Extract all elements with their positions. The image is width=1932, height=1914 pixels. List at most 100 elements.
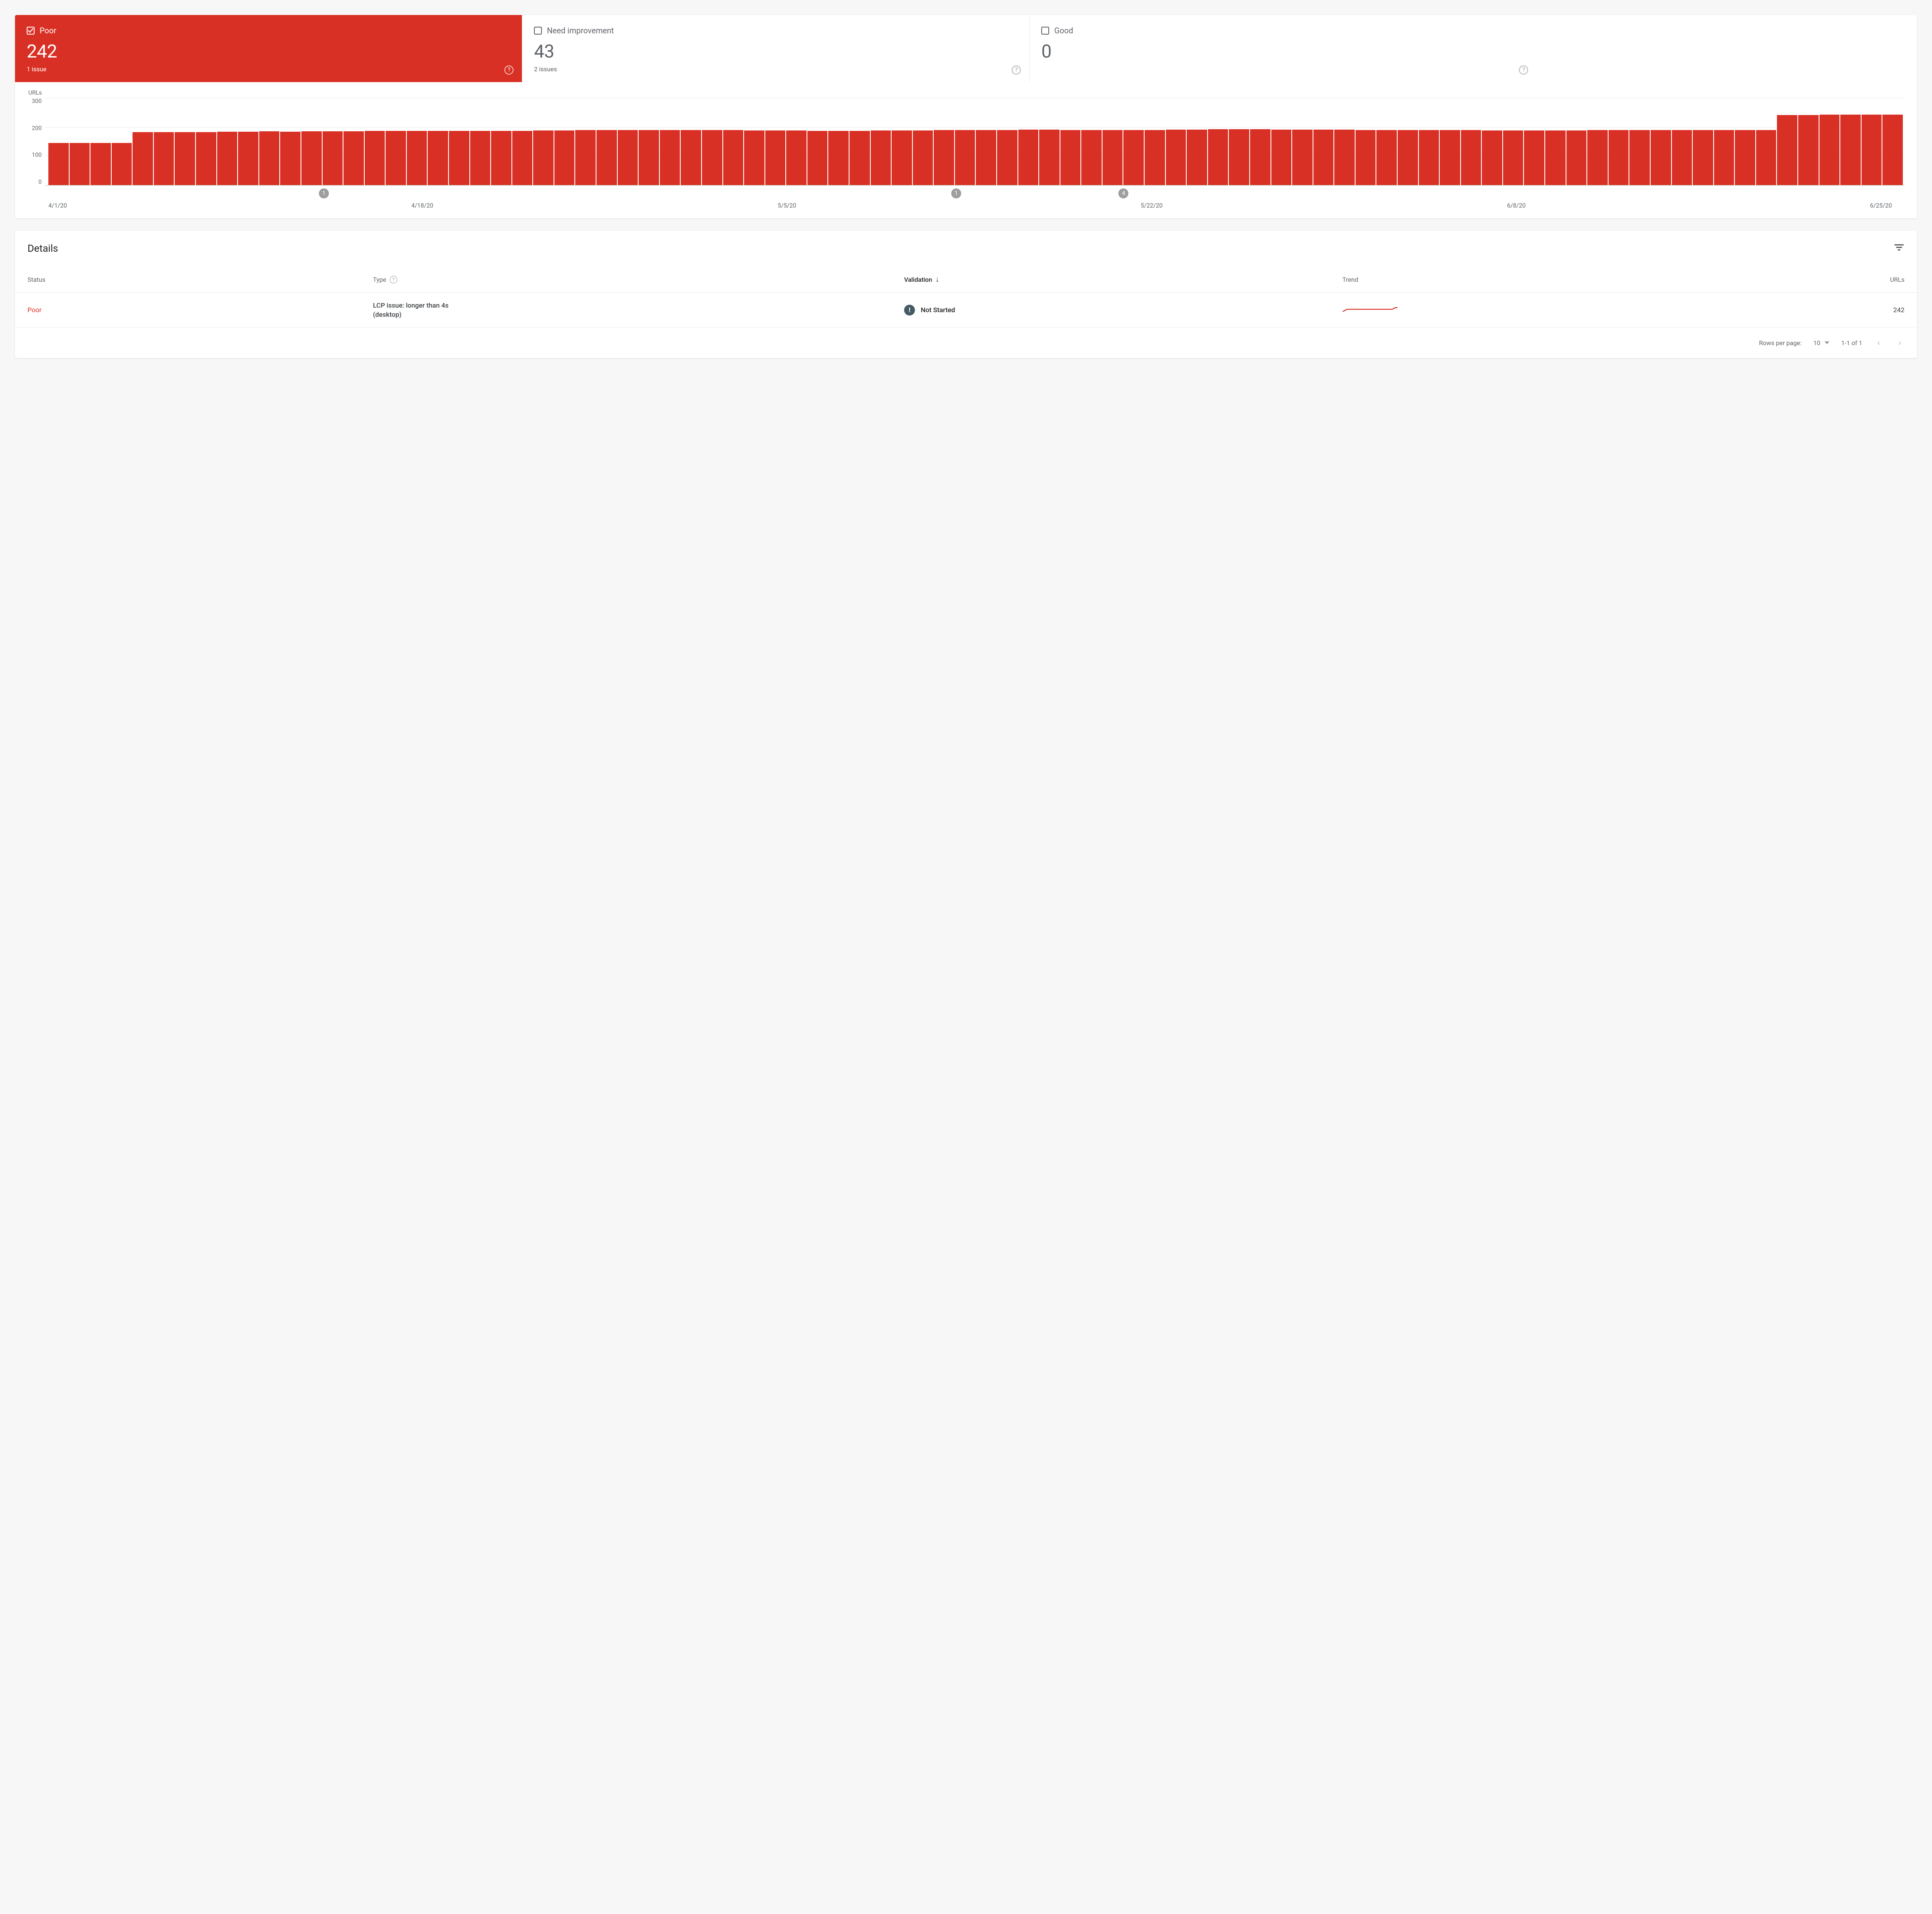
chart-bar [365, 131, 385, 185]
checkbox-icon [1041, 27, 1049, 35]
chart-bar [1545, 130, 1566, 185]
page-range: 1-1 of 1 [1841, 339, 1862, 347]
chart-bar [1250, 129, 1270, 185]
ytick: 0 [28, 179, 42, 185]
tile-label: Need improvement [547, 26, 614, 35]
tile-poor[interactable]: Poor 242 1 issue ? [15, 15, 522, 82]
chart-plot: 114 [45, 98, 1904, 185]
xtick: 6/25/20 [1870, 202, 1892, 209]
filter-icon[interactable] [1894, 244, 1904, 253]
chart-marker[interactable]: 4 [1118, 188, 1128, 198]
chart-xaxis: 4/1/20 4/18/20 5/5/20 5/22/20 6/8/20 6/2… [45, 202, 1904, 209]
prev-page-button[interactable]: ‹ [1874, 336, 1884, 350]
chart-bar [1566, 130, 1587, 185]
tile-value: 0 [1041, 40, 1525, 62]
help-icon[interactable]: ? [1519, 65, 1528, 75]
chart-bar [533, 130, 554, 185]
chart-bar [681, 130, 701, 185]
chart-bar [1756, 130, 1777, 185]
chart-bar [1039, 130, 1060, 185]
chart-bar [48, 143, 69, 185]
xtick: 4/18/20 [411, 202, 434, 209]
chart-bar [1714, 130, 1734, 185]
chart-bar [913, 130, 933, 185]
chart-bar [575, 130, 596, 185]
col-type[interactable]: Type ? [373, 276, 899, 283]
rows-per-page-label: Rows per page: [1759, 339, 1802, 347]
tile-value: 242 [27, 40, 510, 62]
chart-bar [238, 132, 258, 185]
chart-bar [744, 130, 764, 185]
col-status[interactable]: Status [28, 276, 368, 283]
chart-bar [1440, 130, 1460, 185]
chart-bar [1862, 115, 1882, 185]
row-validation: ! Not Started [904, 305, 1338, 316]
chart-bar [1271, 130, 1292, 185]
chart-marker[interactable]: 1 [319, 188, 329, 198]
chart-bar [1208, 129, 1228, 185]
chart-bar [723, 130, 744, 185]
chart-bar [976, 130, 996, 185]
tile-label: Poor [40, 26, 56, 35]
ytick: 300 [28, 98, 42, 105]
chart-bar [1524, 130, 1544, 185]
chart-bar [133, 132, 153, 185]
details-card: Details Status Type ? Validation ↓ Trend… [15, 231, 1917, 358]
chart-bar [1419, 130, 1439, 185]
chart-bar [849, 131, 870, 185]
chart-bar [1166, 130, 1186, 185]
checkbox-icon [534, 27, 542, 35]
chart-bar [702, 130, 722, 185]
chart-bar [892, 130, 912, 185]
chart-bar [323, 131, 343, 185]
overview-card: Poor 242 1 issue ? Need improvement 43 2… [15, 15, 1917, 218]
chart-bar [1081, 130, 1102, 185]
chart-bar [259, 131, 280, 185]
chart-bar [449, 131, 469, 185]
help-icon[interactable]: ? [1012, 65, 1021, 75]
xtick: 5/5/20 [778, 202, 797, 209]
chart-bar [828, 131, 849, 185]
chart-bar [1798, 115, 1819, 185]
chart-bar [175, 132, 195, 185]
chart-bar [1018, 130, 1039, 185]
checkbox-icon [27, 27, 35, 35]
chart-bar [934, 130, 954, 185]
chart-bar [997, 130, 1017, 185]
col-validation[interactable]: Validation ↓ [904, 275, 1338, 284]
col-urls[interactable]: URLs [1719, 276, 1904, 283]
chart-bar [1777, 115, 1797, 185]
row-type: LCP issue: longer than 4s (desktop) [373, 301, 456, 319]
help-icon[interactable]: ? [390, 276, 397, 283]
chart-bar [596, 130, 617, 185]
col-trend[interactable]: Trend [1342, 276, 1714, 283]
chart-bar [217, 132, 238, 185]
chart-bar [280, 132, 301, 185]
chart-bar [786, 130, 807, 185]
chart-bar [660, 130, 680, 185]
row-trend [1342, 304, 1714, 316]
chart-bar [90, 143, 111, 185]
help-icon[interactable]: ? [504, 65, 514, 75]
chart-bar [1103, 130, 1123, 185]
rows-per-page-select[interactable]: 10 [1813, 339, 1829, 347]
chart-ylabel: URLs [28, 90, 1904, 96]
chart-bar [1060, 130, 1081, 185]
xtick: 6/8/20 [1507, 202, 1526, 209]
chart-marker[interactable]: 1 [951, 188, 961, 198]
chart-bar [639, 130, 659, 185]
tile-need-improvement[interactable]: Need improvement 43 2 issues ? [522, 15, 1029, 82]
chart-bar [1313, 130, 1334, 185]
chart-bar [618, 130, 638, 185]
chart-bar [1693, 130, 1713, 185]
sparkline-icon [1342, 304, 1405, 315]
pager: Rows per page: 10 1-1 of 1 ‹ › [15, 328, 1917, 358]
chart-bar [1629, 130, 1650, 185]
chevron-down-icon [1824, 341, 1829, 344]
chart-bar [470, 131, 491, 185]
chart-bar [1609, 130, 1629, 185]
table-row[interactable]: Poor LCP issue: longer than 4s (desktop)… [15, 293, 1917, 328]
tile-good[interactable]: Good 0 ? [1029, 15, 1536, 82]
chart-bar [871, 130, 891, 185]
next-page-button[interactable]: › [1895, 336, 1904, 350]
